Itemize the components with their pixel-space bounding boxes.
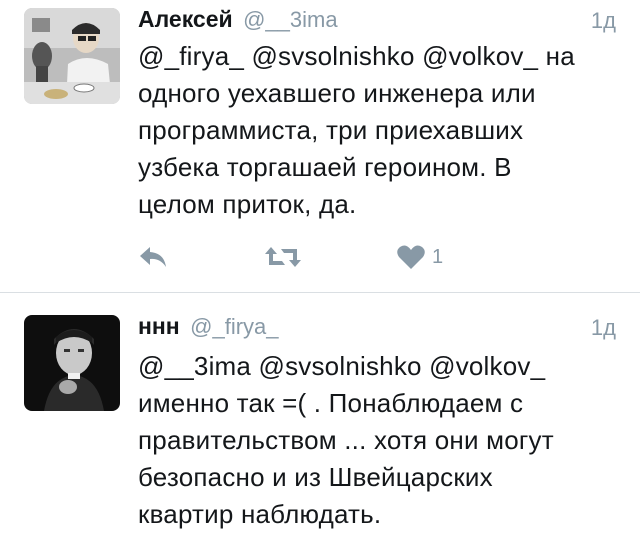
display-name[interactable]: ннн <box>138 313 180 339</box>
timestamp[interactable]: 1д <box>591 315 616 341</box>
tweet-text: @_firya_ @svsolnishko @volkov_ на одного… <box>138 41 575 219</box>
tweet-header: Алексей @__3ima 1д <box>138 6 616 38</box>
display-name[interactable]: Алексей <box>138 6 233 32</box>
avatar-nnn[interactable] <box>24 315 120 411</box>
tweet-header: ннн @_firya_ 1д <box>138 313 616 345</box>
timestamp[interactable]: 1д <box>591 8 616 34</box>
tweet-text: @__3ima @svsolnishko @volkov_ именно так… <box>138 351 554 529</box>
tweet-2[interactable]: ннн @_firya_ 1д @__3ima @svsolnishko @vo… <box>0 293 640 531</box>
tweet-actions: 1 <box>138 240 538 274</box>
tweet-1[interactable]: Алексей @__3ima 1д @_firya_ @svsolnishko… <box>0 0 640 292</box>
like-button[interactable]: 1 <box>396 240 443 274</box>
like-count: 1 <box>432 245 444 268</box>
reply-icon <box>138 244 170 270</box>
heart-icon <box>396 244 426 270</box>
avatar-aleksey[interactable] <box>24 8 120 104</box>
user-handle[interactable]: @__3ima <box>243 7 338 32</box>
retweet-icon <box>263 244 303 270</box>
retweet-button[interactable] <box>263 240 303 274</box>
reply-button[interactable] <box>138 240 170 274</box>
user-handle[interactable]: @_firya_ <box>190 314 278 339</box>
